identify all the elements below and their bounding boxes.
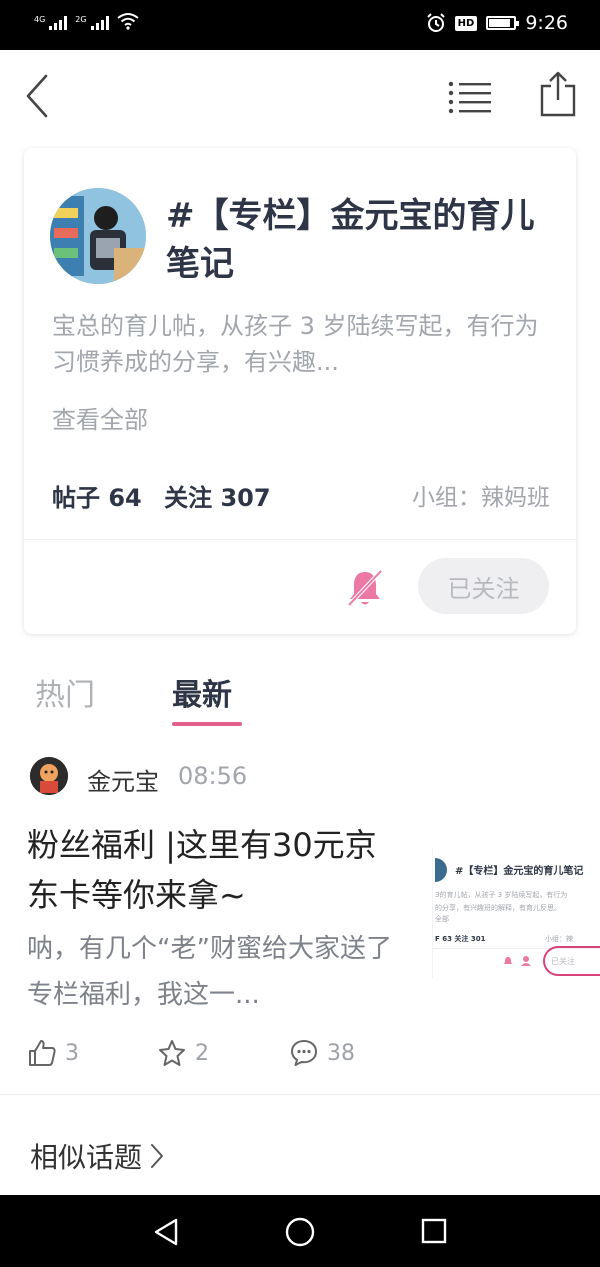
top-nav [0, 50, 600, 142]
thumb-bell-icon [504, 957, 512, 964]
tab-hot[interactable]: 热门 [35, 670, 95, 714]
thumb-desc-line2: 的分享，有兴趣班的解释，有育儿反思。 [435, 904, 561, 912]
like-count: 3 [65, 1040, 79, 1066]
battery-icon [486, 16, 520, 30]
chevron-right-icon [151, 1144, 164, 1168]
comment-action[interactable]: 38 [289, 1038, 355, 1068]
recents-square-icon[interactable] [420, 1217, 448, 1245]
thumb-group: 小组：辣 [545, 935, 573, 943]
menu-list-icon[interactable] [448, 80, 492, 116]
signal-indicators: 4G 2G [34, 12, 139, 30]
thumb-follow-label: 已关注 [551, 957, 575, 966]
thumbs-up-icon [29, 1040, 56, 1066]
clock: 9:26 [525, 12, 568, 34]
post-time: 08:56 [178, 762, 248, 790]
similar-topics-link[interactable]: 相似话题 [30, 1136, 164, 1176]
topic-title: #【专栏】金元宝的育儿笔记 [166, 196, 535, 284]
back-icon[interactable] [22, 72, 52, 120]
followers-count: 关注 307 [164, 484, 271, 512]
system-nav-bar [0, 1195, 600, 1267]
thumb-desc-line1: 3的育儿帖，从孩子 3 岁陆续写起，有行为 [435, 891, 568, 899]
topic-description: 宝总的育儿帖，从孩子 3 岁陆续写起，有行为习惯养成的分享，有兴趣... [52, 312, 539, 376]
comment-count: 38 [327, 1040, 355, 1066]
post-title[interactable]: 粉丝福利 |这里有30元京东卡等你来拿~ [27, 820, 407, 920]
signal-icon-1: 4G [34, 15, 68, 30]
group-label[interactable]: 小组：辣妈班 [412, 478, 550, 512]
hd-badge: HD [454, 15, 478, 31]
topic-stats: 帖子 64 关注 307 [52, 478, 285, 513]
signal-icon-2: 2G [75, 15, 109, 30]
thumb-user-icon [521, 956, 531, 966]
similar-topics-label: 相似话题 [30, 1141, 143, 1174]
star-icon [159, 1040, 185, 1066]
followed-button[interactable]: 已关注 [418, 558, 549, 614]
author-avatar-image [30, 757, 68, 795]
section-divider [0, 1094, 600, 1095]
post-author[interactable]: 金元宝 [87, 762, 159, 797]
favorite-count: 2 [195, 1040, 209, 1066]
tab-latest[interactable]: 最新 [172, 670, 232, 714]
home-circle-icon[interactable] [284, 1216, 316, 1248]
post-excerpt[interactable]: 呐，有几个“老”财蜜给大家送了专栏福利，我这一... [27, 926, 407, 1018]
mute-bell-icon[interactable] [346, 568, 384, 608]
network-type-2: 2G [75, 15, 87, 24]
back-triangle-icon[interactable] [152, 1217, 180, 1247]
active-tab-indicator [172, 722, 242, 726]
post-thumbnail[interactable]: #【专栏】金元宝的育儿笔记 3的育儿帖，从孩子 3 岁陆续写起，有行为 的分享，… [432, 848, 600, 978]
thumb-title: #【专栏】金元宝的育儿笔记 [455, 866, 584, 877]
card-divider [24, 539, 576, 540]
favorite-action[interactable]: 2 [157, 1038, 209, 1068]
thumb-stats: F 63 关注 301 [435, 935, 486, 943]
network-type-1: 4G [34, 15, 46, 24]
comment-icon [291, 1040, 317, 1066]
posts-count: 帖子 64 [52, 484, 142, 512]
view-all-link[interactable]: 查看全部 [52, 400, 148, 435]
alarm-icon [426, 13, 445, 32]
topic-card: #【专栏】金元宝的育儿笔记 宝总的育儿帖，从孩子 3 岁陆续写起，有行为习惯养成… [24, 148, 576, 634]
share-icon[interactable] [538, 70, 578, 118]
thumb-view-all: 全部 [435, 915, 449, 923]
topic-avatar [50, 188, 146, 284]
status-right: HD 9:26 [426, 12, 568, 34]
thumb-avatar [435, 858, 447, 882]
avatar-photo [50, 188, 146, 284]
wifi-icon [116, 13, 139, 30]
author-avatar[interactable] [30, 757, 68, 795]
status-bar: 4G 2G HD 9:26 [0, 0, 600, 50]
like-action[interactable]: 3 [27, 1038, 79, 1068]
